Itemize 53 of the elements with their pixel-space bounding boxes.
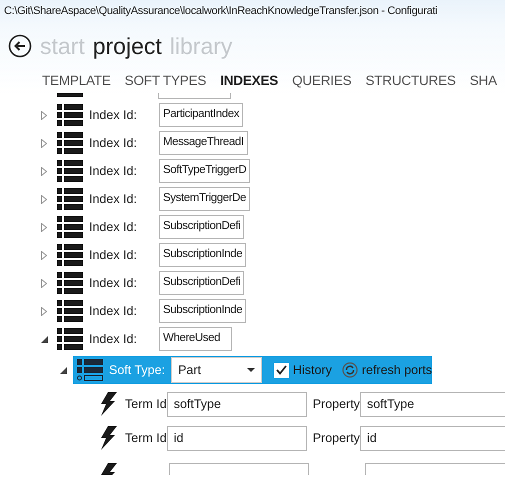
- text-field[interactable]: id: [166, 426, 307, 450]
- expand-triangle-icon[interactable]: [41, 250, 47, 260]
- text-field[interactable]: SystemTriggerDe: [159, 187, 250, 211]
- tab[interactable]: SHA: [470, 70, 497, 92]
- expand-triangle-icon[interactable]: [41, 306, 47, 316]
- dropdown[interactable]: Part: [171, 357, 262, 383]
- tab[interactable]: QUERIES: [292, 70, 352, 92]
- field-label: Index Id:: [89, 246, 138, 264]
- field-label: Index Id:: [89, 162, 138, 180]
- text-field[interactable]: SoftTypeTriggerD: [159, 159, 250, 183]
- checkbox[interactable]: [274, 362, 289, 378]
- text-field[interactable]: [158, 93, 231, 99]
- nav-link[interactable]: project: [92, 34, 162, 58]
- refresh-icon[interactable]: [342, 362, 358, 378]
- expand-triangle-icon[interactable]: [41, 194, 47, 204]
- collapse-triangle-icon[interactable]: [41, 336, 48, 342]
- expand-triangle-icon[interactable]: [41, 278, 47, 288]
- field-label: Soft Type:: [109, 362, 166, 379]
- field-label: Property: [312, 430, 360, 447]
- text-field[interactable]: SubscriptionDefi: [159, 215, 244, 239]
- field-label: Index Id:: [89, 274, 138, 292]
- collapse-triangle-icon[interactable]: [60, 366, 67, 374]
- text-field[interactable]: softType: [360, 392, 505, 416]
- caret-icon: [246, 368, 255, 372]
- back-icon[interactable]: [8, 34, 32, 58]
- refresh-ports-button[interactable]: refresh ports: [362, 360, 432, 380]
- text-field[interactable]: SubscriptionInde: [159, 243, 246, 267]
- text-field[interactable]: SubscriptionInde: [159, 299, 246, 323]
- text-field[interactable]: MessageThreadI: [159, 131, 248, 155]
- text-field[interactable]: WhereUsed: [159, 327, 232, 351]
- field-label: Property: [312, 396, 360, 413]
- field-label: Term Id: [125, 430, 167, 447]
- expand-triangle-icon[interactable]: [41, 138, 47, 148]
- expand-triangle-icon[interactable]: [41, 166, 47, 176]
- text-field[interactable]: SubscriptionDefi: [159, 271, 244, 295]
- tab[interactable]: INDEXES: [220, 70, 278, 92]
- field-label: Index Id:: [89, 218, 138, 236]
- field-label: Index Id:: [89, 134, 138, 152]
- field-label: Index Id:: [89, 302, 138, 320]
- field-label: Index Id:: [89, 106, 138, 124]
- expand-triangle-icon[interactable]: [41, 110, 47, 120]
- text-field[interactable]: softType: [166, 392, 307, 416]
- field-label: Index Id:: [89, 190, 138, 208]
- field-label: Index Id:: [89, 330, 138, 348]
- field-label: Term Id: [125, 396, 167, 413]
- tab[interactable]: SOFT TYPES: [124, 70, 206, 92]
- tab[interactable]: TEMPLATE: [42, 70, 111, 92]
- window-title: C:\Git\ShareAspace\QualityAssurance\localwork\InReachKnowledgeTransfer.json - Configurati: [4, 4, 438, 19]
- text-field[interactable]: ParticipantIndex: [159, 103, 244, 127]
- tab[interactable]: STRUCTURES: [365, 70, 456, 92]
- expand-triangle-icon[interactable]: [41, 222, 47, 232]
- checkbox-label: History: [292, 362, 332, 379]
- text-field[interactable]: id: [360, 426, 505, 450]
